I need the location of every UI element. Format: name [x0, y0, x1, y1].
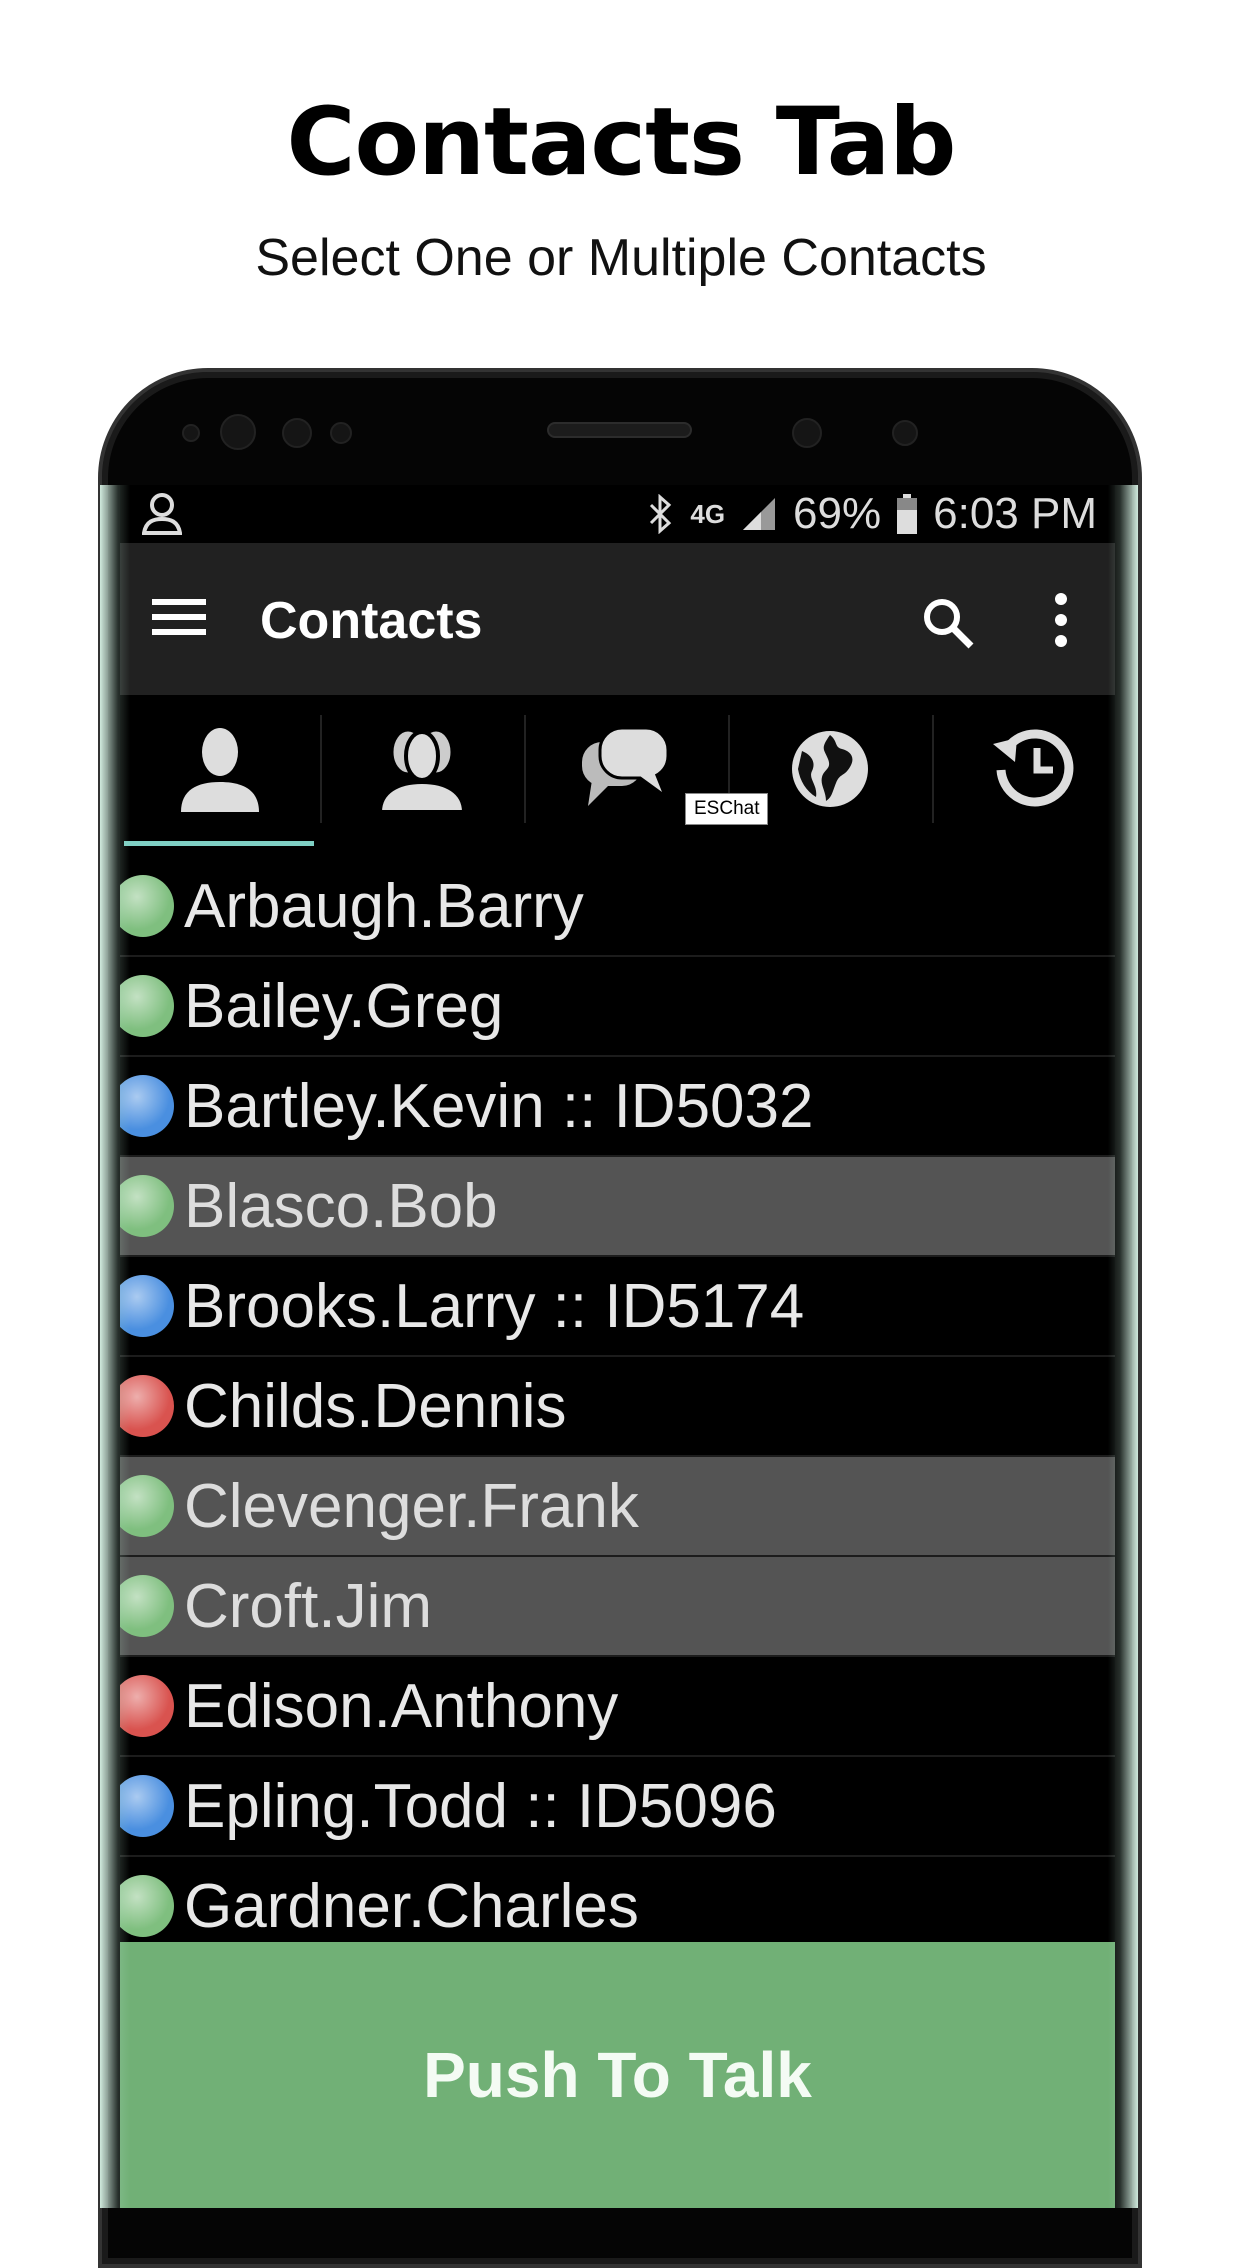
bluetooth-icon	[650, 494, 672, 534]
presence-green-icon	[120, 975, 174, 1037]
contact-row[interactable]: Arbaugh.Barry	[120, 857, 1115, 957]
contact-name: Arbaugh.Barry	[184, 871, 584, 941]
tab-groups[interactable]	[322, 715, 522, 823]
contact-name: Childs.Dennis	[184, 1371, 567, 1441]
signal-icon	[743, 498, 776, 530]
presence-green-icon	[120, 1875, 174, 1937]
earpiece-speaker	[547, 422, 692, 438]
presence-red-icon	[120, 1375, 174, 1437]
app-screen: 4G 69% 6:03 PM Contacts ESChat Arbaugh.B…	[120, 485, 1115, 2208]
network-type: 4G	[690, 498, 726, 529]
toolbar-title: Contacts	[260, 592, 483, 650]
contact-name: Bartley.Kevin :: ID5032	[184, 1071, 814, 1141]
clock: 6:03 PM	[933, 489, 1097, 538]
page-title: Contacts Tab	[286, 88, 957, 197]
contact-name: Brooks.Larry :: ID5174	[184, 1271, 805, 1341]
history-icon	[993, 729, 1074, 807]
sensor-icon	[892, 420, 918, 446]
contact-row[interactable]: Bartley.Kevin :: ID5032	[120, 1057, 1115, 1157]
presence-blue-icon	[120, 1775, 174, 1837]
tab-contacts[interactable]	[120, 715, 320, 823]
overflow-menu-icon[interactable]	[1055, 593, 1069, 649]
contact-name: Gardner.Charles	[184, 1871, 639, 1941]
front-camera-icon	[792, 418, 822, 448]
person-icon	[181, 728, 259, 812]
sensor-icon	[282, 418, 312, 448]
contact-notification-icon	[142, 493, 182, 535]
presence-blue-icon	[120, 1275, 174, 1337]
contact-name: Epling.Todd :: ID5096	[184, 1771, 777, 1841]
sensor-icon	[182, 424, 200, 442]
push-to-talk-button[interactable]: Push To Talk	[120, 1942, 1115, 2208]
hamburger-menu-icon[interactable]	[152, 599, 206, 635]
contact-tabs: ESChat	[120, 695, 1115, 847]
contact-list: Arbaugh.BarryBailey.GregBartley.Kevin ::…	[120, 857, 1115, 1957]
contact-row[interactable]: Croft.Jim	[120, 1557, 1115, 1657]
sensor-icon	[220, 414, 256, 450]
battery-percent: 69%	[793, 489, 882, 538]
presence-green-icon	[120, 875, 174, 937]
battery-icon	[897, 494, 918, 534]
presence-green-icon	[120, 1475, 174, 1537]
contact-row[interactable]: Epling.Todd :: ID5096	[120, 1757, 1115, 1857]
contact-row[interactable]: Clevenger.Frank	[120, 1457, 1115, 1557]
contact-row[interactable]: Blasco.Bob	[120, 1157, 1115, 1257]
contact-name: Blasco.Bob	[184, 1171, 498, 1241]
search-icon[interactable]	[920, 595, 976, 651]
contact-row[interactable]: Brooks.Larry :: ID5174	[120, 1257, 1115, 1357]
sensor-icon	[330, 422, 352, 444]
contact-name: Clevenger.Frank	[184, 1471, 639, 1541]
app-toolbar: Contacts	[120, 543, 1115, 695]
status-bar: 4G 69% 6:03 PM	[120, 485, 1115, 543]
active-tab-indicator	[124, 841, 314, 846]
contact-row[interactable]: Childs.Dennis	[120, 1357, 1115, 1457]
contact-name: Croft.Jim	[184, 1571, 432, 1641]
presence-blue-icon	[120, 1075, 174, 1137]
eschat-badge: ESChat	[685, 793, 769, 825]
contact-row[interactable]: Bailey.Greg	[120, 957, 1115, 1057]
group-icon	[377, 728, 467, 814]
contact-row[interactable]: Edison.Anthony	[120, 1657, 1115, 1757]
presence-green-icon	[120, 1175, 174, 1237]
chat-icon	[582, 726, 670, 806]
globe-icon	[792, 731, 868, 807]
contact-name: Edison.Anthony	[184, 1671, 619, 1741]
contact-name: Bailey.Greg	[184, 971, 504, 1041]
presence-red-icon	[120, 1675, 174, 1737]
page-subtitle: Select One or Multiple Contacts	[255, 229, 987, 287]
tab-history[interactable]	[934, 715, 1115, 823]
presence-green-icon	[120, 1575, 174, 1637]
